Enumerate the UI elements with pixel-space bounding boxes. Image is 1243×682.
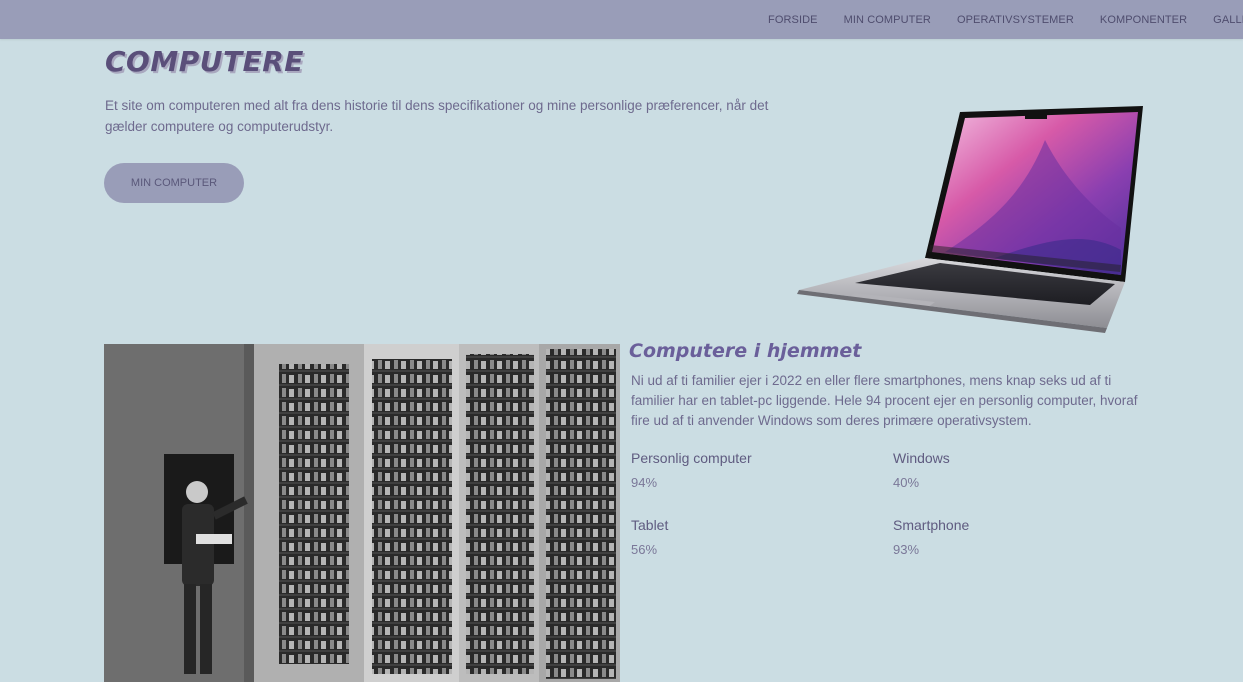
section-description: Ni ud af ti familier ejer i 2022 en elle… bbox=[631, 373, 1138, 428]
nav-item-min-computer[interactable]: MIN COMPUTER bbox=[844, 14, 931, 26]
stat-windows: Windows 40% bbox=[893, 450, 950, 490]
stat-label: Personlig computer bbox=[631, 450, 752, 466]
top-navigation-bar: FORSIDE MIN COMPUTER OPERATIVSYSTEMER KO… bbox=[0, 0, 1243, 39]
stat-value: 40% bbox=[893, 475, 920, 490]
vintage-computer-photo bbox=[104, 344, 620, 682]
nav-item-komponenter[interactable]: KOMPONENTER bbox=[1100, 14, 1187, 26]
stat-value: 94% bbox=[631, 475, 658, 490]
stat-value: 93% bbox=[893, 542, 920, 557]
hero-description: Et site om computeren med alt fra dens h… bbox=[105, 98, 769, 134]
stat-tablet: Tablet 56% bbox=[631, 517, 668, 557]
stat-value: 56% bbox=[631, 542, 658, 557]
stat-label: Smartphone bbox=[893, 517, 970, 533]
nav-item-operativsystemer[interactable]: OPERATIVSYSTEMER bbox=[957, 14, 1074, 26]
stat-smartphone: Smartphone 93% bbox=[893, 517, 969, 557]
section-title: Computere i hjemmet bbox=[629, 340, 862, 362]
stat-personlig-computer: Personlig computer 94% bbox=[631, 450, 752, 490]
min-computer-button[interactable]: MIN COMPUTER bbox=[104, 163, 244, 203]
nav-item-forside[interactable]: FORSIDE bbox=[768, 14, 818, 26]
stat-label: Tablet bbox=[631, 517, 669, 533]
nav-menu: FORSIDE MIN COMPUTER OPERATIVSYSTEMER KO… bbox=[768, 0, 1243, 39]
laptop-image bbox=[795, 100, 1155, 335]
stat-label: Windows bbox=[893, 450, 950, 466]
hero-title: COMPUTERE bbox=[105, 45, 304, 78]
nav-item-galleri[interactable]: GALLERI bbox=[1213, 14, 1243, 26]
